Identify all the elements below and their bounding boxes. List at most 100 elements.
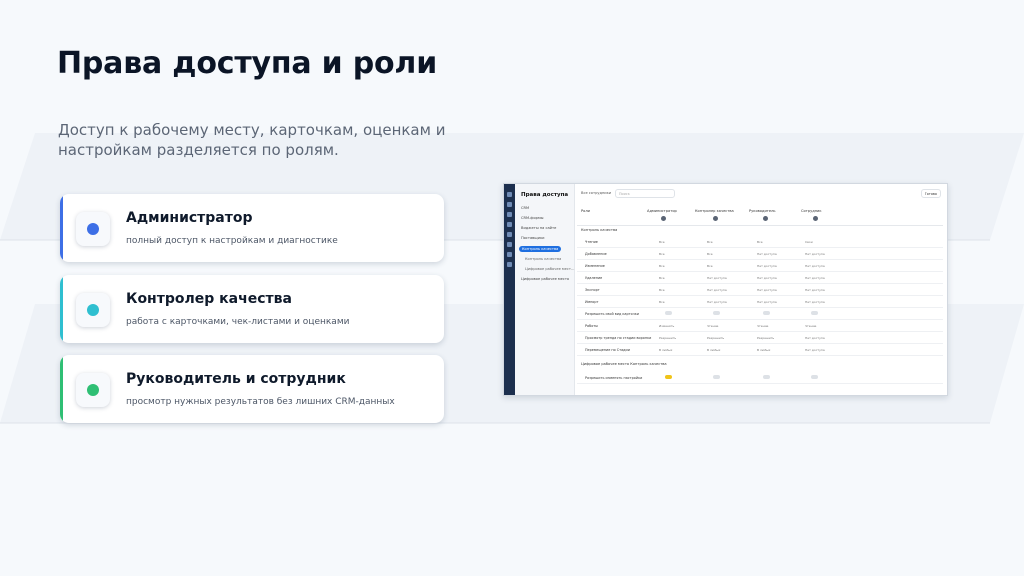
permission-value[interactable]: Все: [659, 288, 665, 292]
permission-value[interactable]: Все: [659, 252, 665, 256]
sidebar-subitem[interactable]: Контроль качества: [525, 257, 561, 261]
permission-toggle[interactable]: [811, 375, 818, 379]
permission-label: Работы: [585, 324, 598, 328]
user-icon: [763, 216, 768, 221]
role-description: работа с карточками, чек-листами и оценк…: [126, 317, 350, 327]
access-rights-screenshot: Права доступа CRM CRM-формы Виджеты на с…: [503, 183, 948, 396]
permission-label: Разрешить изменять настройки: [585, 376, 643, 380]
permission-value[interactable]: Все: [659, 300, 665, 304]
screenshot-page-title: Права доступа: [521, 192, 569, 198]
permission-toggle[interactable]: [763, 375, 770, 379]
permission-value[interactable]: Нет доступа: [805, 276, 825, 280]
role-title: Администратор: [126, 210, 253, 226]
permission-row: Импорт Все Нет доступа Нет доступа Нет досту…: [577, 296, 943, 308]
sidebar-item[interactable]: CRM-формы: [521, 216, 544, 220]
permission-value[interactable]: Чтение: [757, 324, 768, 328]
permission-value[interactable]: Все: [659, 264, 665, 268]
permission-label: Просмотр тренда по стадии воронки: [585, 336, 652, 340]
permission-value[interactable]: Нет доступа: [707, 300, 727, 304]
permission-value[interactable]: Все: [659, 240, 665, 244]
permission-value[interactable]: Все: [707, 264, 713, 268]
permission-value[interactable]: Свои: [805, 240, 813, 244]
sidebar-item[interactable]: Виджеты на сайте: [521, 226, 556, 230]
permission-value[interactable]: В любых: [707, 348, 720, 352]
permission-row: Удаление Все Нет доступа Нет доступа Нет дос…: [577, 272, 943, 284]
permission-value[interactable]: Все: [707, 252, 713, 256]
permission-value[interactable]: Нет доступа: [805, 264, 825, 268]
card-accent: [60, 194, 63, 262]
permission-toggle[interactable]: [811, 311, 818, 315]
permission-value[interactable]: Нет доступа: [757, 276, 777, 280]
column-header: Руководитель: [749, 209, 776, 213]
role-card-manager-employee: Руководитель и сотрудник просмотр нужных…: [60, 355, 444, 423]
sidebar-item-active[interactable]: Контроль качества: [519, 246, 562, 252]
permission-value[interactable]: Разрешить: [707, 336, 724, 340]
permission-label: Удаление: [585, 276, 603, 280]
roles-label: Роли: [581, 209, 590, 213]
permission-value[interactable]: Нет доступа: [805, 252, 825, 256]
app-nav-rail: [504, 184, 515, 395]
permission-value[interactable]: Нет доступа: [805, 300, 825, 304]
permission-value[interactable]: Чтение: [805, 324, 816, 328]
user-icon: [813, 216, 818, 221]
column-header: Сотрудник: [801, 209, 822, 213]
permission-value[interactable]: Нет доступа: [757, 252, 777, 256]
permission-row: Перемещение по Стадии В любых В любых В люб…: [577, 344, 943, 356]
permission-value[interactable]: Разрешить: [659, 336, 676, 340]
permission-value[interactable]: Изменять: [659, 324, 674, 328]
settings-sidebar: Права доступа CRM CRM-формы Виджеты на с…: [515, 184, 575, 395]
permission-value[interactable]: Нет доступа: [805, 336, 825, 340]
permission-label: Перемещение по Стадии: [585, 348, 630, 352]
role-description: полный доступ к настройкам и диагностике: [126, 236, 338, 246]
sidebar-item[interactable]: Цифровое рабочее место: [521, 277, 569, 281]
permission-value[interactable]: Нет доступа: [805, 288, 825, 292]
permission-label: Добавление: [585, 252, 607, 256]
role-icon-box: [76, 373, 110, 407]
cyan-dot-icon: [87, 304, 99, 316]
permission-value[interactable]: Все: [707, 240, 713, 244]
permission-toggle[interactable]: [713, 375, 720, 379]
search-input[interactable]: Поиск: [615, 189, 675, 198]
group-label: Контроль качества: [581, 228, 618, 232]
column-header: Администратор: [647, 209, 677, 213]
role-icon-box: [76, 293, 110, 327]
permission-label: Разрешить свой вид карточки: [585, 312, 639, 316]
permission-value[interactable]: В любых: [757, 348, 770, 352]
permission-value[interactable]: Нет доступа: [707, 276, 727, 280]
permission-row: Разрешить изменять настройки: [577, 372, 943, 384]
role-filter-select[interactable]: Все сотрудники: [581, 191, 611, 195]
permission-value[interactable]: Все: [659, 276, 665, 280]
permission-value[interactable]: Все: [757, 240, 763, 244]
user-icon: [661, 216, 666, 221]
permission-value[interactable]: Нет доступа: [757, 288, 777, 292]
roles-header: Роли Администратор Контролер качества Ру…: [577, 204, 943, 226]
permission-label: Экспорт: [585, 288, 600, 292]
permission-value[interactable]: Нет доступа: [805, 348, 825, 352]
permission-value[interactable]: Нет доступа: [707, 288, 727, 292]
permission-toggle[interactable]: [713, 311, 720, 315]
permission-toggle[interactable]: [665, 375, 672, 379]
sidebar-subitem[interactable]: Цифровое рабочее мест…: [525, 267, 575, 271]
role-card-admin: Администратор полный доступ к настройкам…: [60, 194, 444, 262]
permission-label: Чтение: [585, 240, 598, 244]
card-accent: [60, 275, 63, 343]
permission-value[interactable]: Разрешить: [757, 336, 774, 340]
done-button[interactable]: Готово: [920, 189, 941, 198]
role-title: Руководитель и сотрудник: [126, 371, 346, 387]
sidebar-item[interactable]: Поставщики: [521, 236, 545, 240]
role-card-quality-controller: Контролер качества работа с карточками, …: [60, 275, 444, 343]
permission-value[interactable]: Нет доступа: [757, 264, 777, 268]
permission-toggle[interactable]: [763, 311, 770, 315]
permission-value[interactable]: Нет доступа: [757, 300, 777, 304]
permission-row: Экспорт Все Нет доступа Нет доступа Нет дост…: [577, 284, 943, 296]
role-title: Контролер качества: [126, 291, 292, 307]
permission-toggle[interactable]: [665, 311, 672, 315]
permission-value[interactable]: В любых: [659, 348, 672, 352]
permission-row: Просмотр тренда по стадии воронки Разреши…: [577, 332, 943, 344]
role-icon-box: [76, 212, 110, 246]
permission-row: Чтение Все Все Все Свои: [577, 236, 943, 248]
permission-value[interactable]: Чтение: [707, 324, 718, 328]
user-icon: [713, 216, 718, 221]
sidebar-item[interactable]: CRM: [521, 206, 529, 210]
permission-row: Изменение Все Все Нет доступа Нет доступа: [577, 260, 943, 272]
